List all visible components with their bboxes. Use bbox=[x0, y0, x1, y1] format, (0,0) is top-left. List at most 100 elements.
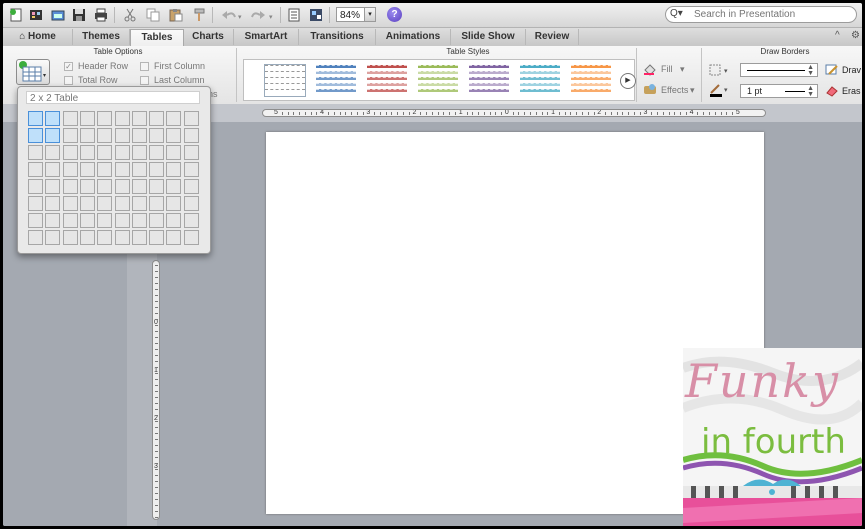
table-grid-cell[interactable] bbox=[149, 196, 165, 211]
effects-label[interactable]: Effects bbox=[661, 85, 688, 95]
table-grid-cell[interactable] bbox=[97, 162, 113, 177]
table-grid-cell[interactable] bbox=[166, 145, 182, 160]
more-styles-icon[interactable]: ▶ bbox=[620, 73, 636, 89]
table-grid-cell[interactable] bbox=[62, 213, 78, 228]
table-grid-cell[interactable] bbox=[183, 162, 199, 177]
table-grid-cell[interactable] bbox=[183, 196, 199, 211]
table-grid-cell[interactable] bbox=[183, 179, 199, 194]
table-grid-cell[interactable] bbox=[79, 111, 95, 126]
table-grid-cell[interactable] bbox=[131, 179, 147, 194]
table-style-aqua[interactable] bbox=[520, 65, 560, 96]
table-grid-cell[interactable] bbox=[79, 196, 95, 211]
help-icon[interactable]: ? bbox=[387, 7, 402, 22]
table-grid-cell[interactable] bbox=[62, 111, 78, 126]
table-grid-cell[interactable] bbox=[183, 145, 199, 160]
tab-tables[interactable]: Tables bbox=[130, 29, 184, 47]
tab-home[interactable]: ⌂ Home bbox=[3, 29, 73, 45]
line-weight-stepper-icon[interactable]: ▲ ▼ bbox=[807, 85, 814, 98]
table-grid-cell[interactable] bbox=[79, 230, 95, 245]
draw-table-icon[interactable] bbox=[825, 64, 839, 79]
table-grid-cell[interactable] bbox=[45, 128, 61, 143]
table-grid-cell[interactable] bbox=[166, 162, 182, 177]
total-row-option[interactable]: Total Row bbox=[64, 75, 118, 85]
table-grid-cell[interactable] bbox=[45, 230, 61, 245]
total-row-checkbox[interactable] bbox=[64, 75, 73, 85]
table-grid-cell[interactable] bbox=[166, 111, 182, 126]
table-grid-cell[interactable] bbox=[149, 179, 165, 194]
table-grid-cell[interactable] bbox=[114, 179, 130, 194]
print-icon[interactable] bbox=[92, 6, 109, 23]
redo-icon[interactable]: ▾ bbox=[249, 6, 275, 23]
tab-review[interactable]: Review bbox=[526, 29, 579, 45]
tab-charts[interactable]: Charts bbox=[183, 29, 234, 45]
table-grid-cell[interactable] bbox=[45, 213, 61, 228]
table-grid-cell[interactable] bbox=[79, 128, 95, 143]
header-row-checkbox[interactable]: ✓ bbox=[64, 61, 73, 71]
table-grid-cell[interactable] bbox=[45, 196, 61, 211]
eraser-icon[interactable] bbox=[825, 85, 839, 100]
table-grid-cell[interactable] bbox=[79, 213, 95, 228]
effects-icon[interactable] bbox=[643, 83, 657, 100]
table-grid-cell[interactable] bbox=[131, 230, 147, 245]
effects-dropdown-icon[interactable]: ▾ bbox=[690, 85, 695, 96]
table-grid-cell[interactable] bbox=[131, 213, 147, 228]
fill-label[interactable]: Fill bbox=[661, 64, 673, 74]
header-row-option[interactable]: ✓ Header Row bbox=[64, 61, 128, 71]
save-icon[interactable] bbox=[70, 6, 87, 23]
line-style-stepper-icon[interactable]: ▲ ▼ bbox=[807, 64, 814, 77]
first-column-checkbox[interactable] bbox=[140, 61, 149, 71]
tab-smartart[interactable]: SmartArt bbox=[234, 29, 299, 45]
table-grid-cell[interactable] bbox=[114, 128, 130, 143]
table-style-green[interactable] bbox=[418, 65, 458, 96]
table-grid-cell[interactable] bbox=[45, 179, 61, 194]
pen-color-icon[interactable]: ▾ bbox=[709, 83, 733, 100]
cut-icon[interactable] bbox=[121, 6, 138, 23]
format-painter-icon[interactable] bbox=[190, 6, 207, 23]
table-grid-cell[interactable] bbox=[183, 111, 199, 126]
table-grid-cell[interactable] bbox=[183, 230, 199, 245]
new-icon[interactable] bbox=[7, 6, 24, 23]
search-input[interactable] bbox=[694, 8, 848, 21]
table-grid-cell[interactable] bbox=[62, 179, 78, 194]
table-grid-cell[interactable] bbox=[149, 128, 165, 143]
table-grid-cell[interactable] bbox=[97, 145, 113, 160]
tab-animations[interactable]: Animations bbox=[376, 29, 451, 45]
table-grid-cell[interactable] bbox=[62, 196, 78, 211]
tab-slideshow[interactable]: Slide Show bbox=[451, 29, 526, 45]
paste-icon[interactable] bbox=[167, 6, 184, 23]
table-grid-cell[interactable] bbox=[28, 213, 43, 228]
table-grid-cell[interactable] bbox=[28, 179, 43, 194]
table-grid-cell[interactable] bbox=[45, 162, 61, 177]
table-grid-cell[interactable] bbox=[62, 230, 78, 245]
table-grid-cell[interactable] bbox=[149, 145, 165, 160]
table-grid-cell[interactable] bbox=[114, 196, 130, 211]
toolbox-icon[interactable] bbox=[307, 6, 324, 23]
table-grid-cell[interactable] bbox=[28, 162, 43, 177]
table-grid-cell[interactable] bbox=[166, 213, 182, 228]
tab-themes[interactable]: Themes bbox=[73, 29, 130, 45]
table-grid-cell[interactable] bbox=[28, 145, 43, 160]
ribbon-settings-icon[interactable]: ⚙ bbox=[851, 30, 860, 41]
open-icon[interactable] bbox=[49, 6, 66, 23]
table-grid-cell[interactable] bbox=[131, 162, 147, 177]
table-grid-cell[interactable] bbox=[131, 145, 147, 160]
table-grid-cell[interactable] bbox=[114, 162, 130, 177]
copy-icon[interactable] bbox=[144, 6, 161, 23]
border-style-icon[interactable]: ▾ bbox=[709, 64, 733, 79]
table-style-blue[interactable] bbox=[316, 65, 356, 96]
table-grid-cell[interactable] bbox=[79, 145, 95, 160]
table-grid-cell[interactable] bbox=[62, 145, 78, 160]
draw-table-label[interactable]: Drav bbox=[842, 65, 861, 75]
table-grid-cell[interactable] bbox=[166, 230, 182, 245]
table-style-purple[interactable] bbox=[469, 65, 509, 96]
line-weight-select[interactable]: 1 pt ▲ ▼ bbox=[740, 84, 818, 98]
table-grid-cell[interactable] bbox=[79, 179, 95, 194]
gallery-icon[interactable] bbox=[27, 6, 44, 23]
table-style-plain[interactable] bbox=[264, 64, 306, 97]
table-grid-cell[interactable] bbox=[166, 179, 182, 194]
table-grid-cell[interactable] bbox=[28, 111, 43, 126]
table-grid-cell[interactable] bbox=[131, 111, 147, 126]
fill-icon[interactable] bbox=[643, 62, 657, 79]
last-column-checkbox[interactable] bbox=[140, 75, 149, 85]
table-grid-cell[interactable] bbox=[45, 111, 61, 126]
